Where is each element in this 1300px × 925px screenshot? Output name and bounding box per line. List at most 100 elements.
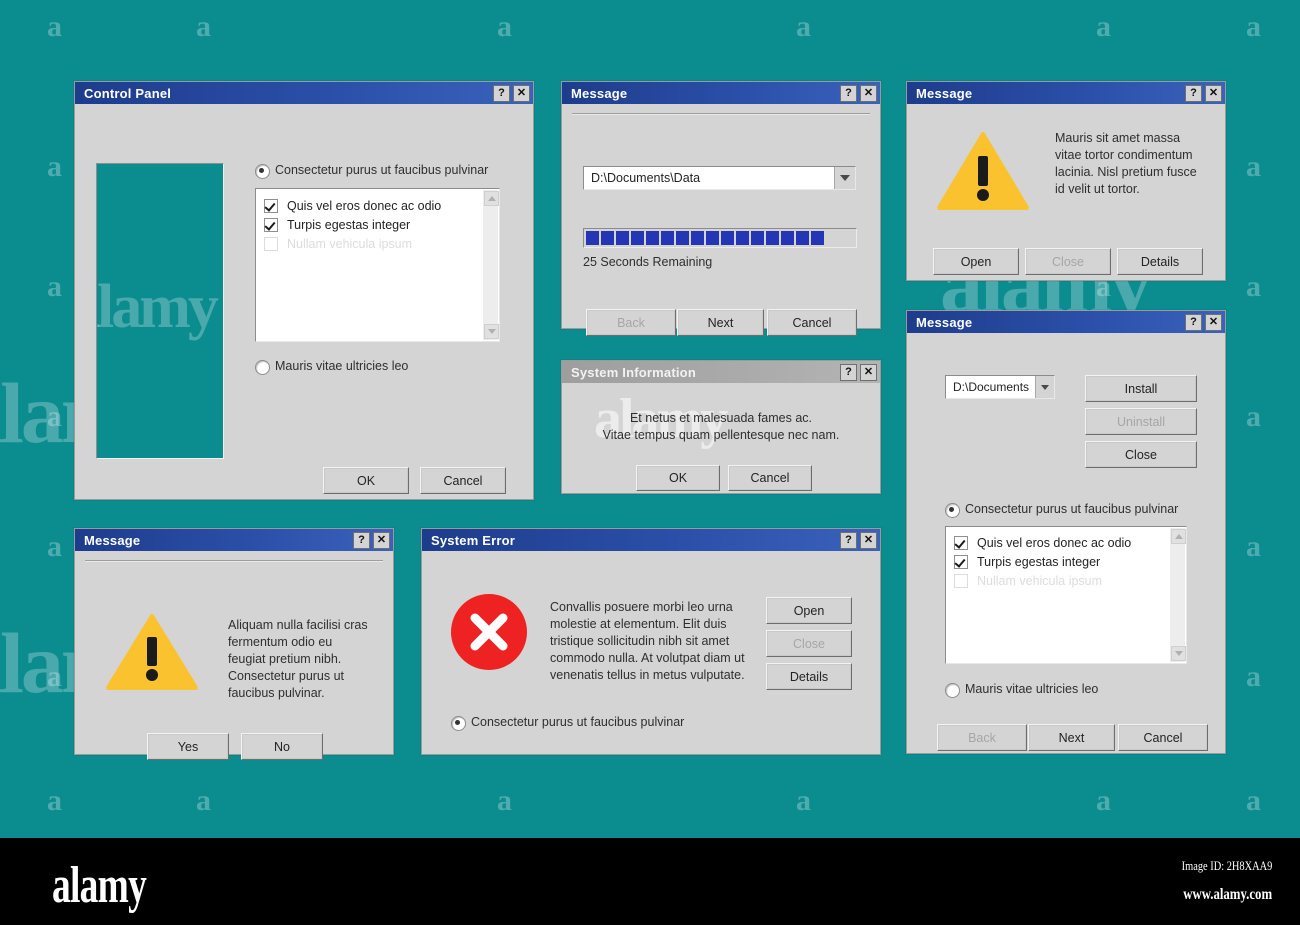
warning-body-text: Aliquam nulla facilisi cras fermentum od… <box>228 618 368 700</box>
scroll-down-icon[interactable] <box>484 324 499 339</box>
window-warning-message[interactable]: Message ? ✕ Mauris sit amet massa vitae … <box>906 81 1226 281</box>
close-icon[interactable]: ✕ <box>1205 313 1222 331</box>
close-button[interactable]: Close <box>1025 248 1111 275</box>
close-button[interactable]: Close <box>766 630 852 657</box>
window-body: D:\Documents Install Uninstall Close Con… <box>907 333 1225 751</box>
radio-mauris[interactable] <box>255 360 270 375</box>
chevron-down-icon[interactable] <box>1035 376 1054 398</box>
close-button[interactable]: Close <box>1085 441 1197 468</box>
scroll-down-icon[interactable] <box>1171 646 1186 661</box>
ok-button[interactable]: OK <box>636 465 720 491</box>
install-button[interactable]: Install <box>1085 375 1197 402</box>
alamy-logo: alamy <box>52 857 147 914</box>
open-button[interactable]: Open <box>766 597 852 624</box>
titlebar[interactable]: Message ? ✕ <box>562 82 880 104</box>
close-icon[interactable]: ✕ <box>860 84 877 102</box>
window-yes-no-message[interactable]: Message ? ✕ Aliquam nulla facilisi cras … <box>74 528 394 760</box>
close-icon[interactable]: ✕ <box>860 363 877 381</box>
checkbox-icon[interactable] <box>264 236 278 251</box>
path-dropdown-value: D:\Documents <box>953 380 1030 394</box>
watermark-letter: a <box>497 10 512 43</box>
list-item[interactable]: Nullam vehicula ipsum <box>256 234 499 253</box>
radio-mauris[interactable] <box>945 683 960 698</box>
back-button[interactable]: Back <box>937 724 1027 751</box>
path-dropdown[interactable]: D:\Documents <box>945 375 1055 399</box>
path-dropdown[interactable]: D:\Documents\Data <box>583 166 856 190</box>
window-installer-message[interactable]: Message ? ✕ D:\Documents Install Uninsta… <box>906 310 1226 754</box>
watermark-letter: a <box>1246 784 1261 817</box>
titlebar[interactable]: System Error ? ✕ <box>422 529 880 551</box>
watermark-letter: a <box>796 10 811 43</box>
chevron-down-icon[interactable] <box>834 167 855 189</box>
cancel-button[interactable]: Cancel <box>728 465 812 491</box>
window-system-information[interactable]: System Information ? ✕ alamy Et netus et… <box>561 360 881 494</box>
preview-image: alamy <box>96 163 224 459</box>
help-icon[interactable]: ? <box>353 531 370 549</box>
window-title: Message <box>916 85 973 101</box>
help-icon[interactable]: ? <box>1185 313 1202 331</box>
uninstall-button[interactable]: Uninstall <box>1085 408 1197 435</box>
titlebar[interactable]: Message ? ✕ <box>907 311 1225 333</box>
watermark-letter: a <box>497 784 512 817</box>
no-button[interactable]: No <box>241 733 323 760</box>
window-system-error[interactable]: System Error ? ✕ Convallis posuere morbi… <box>421 528 881 755</box>
cancel-button[interactable]: Cancel <box>420 467 506 494</box>
image-id-label: Image ID: 2H8XAA9 <box>1181 858 1272 873</box>
progress-bar <box>583 228 857 248</box>
help-icon[interactable]: ? <box>493 84 510 102</box>
back-button[interactable]: Back <box>586 309 676 336</box>
close-icon[interactable]: ✕ <box>373 531 390 549</box>
watermark-letter: a <box>1246 10 1261 43</box>
options-listbox[interactable]: Quis vel eros donec ac odio Turpis egest… <box>255 188 500 342</box>
help-icon[interactable]: ? <box>840 531 857 549</box>
help-icon[interactable]: ? <box>1185 84 1202 102</box>
scrollbar-vertical[interactable] <box>1170 528 1186 662</box>
options-listbox[interactable]: Quis vel eros donec ac odio Turpis egest… <box>945 526 1187 664</box>
checkbox-icon[interactable] <box>954 535 968 550</box>
list-item[interactable]: Quis vel eros donec ac odio <box>946 533 1186 552</box>
window-control-panel[interactable]: Control Panel ? ✕ alamy Consectetur puru… <box>74 81 534 500</box>
watermark-text: alamy <box>97 273 219 341</box>
checkbox-icon[interactable] <box>264 217 278 232</box>
radio-mauris-label: Mauris vitae ultricies leo <box>965 682 1099 696</box>
radio-consectetur[interactable] <box>451 716 466 731</box>
radio-consectetur[interactable] <box>255 164 270 179</box>
list-item[interactable]: Turpis egestas integer <box>256 215 499 234</box>
list-item[interactable]: Turpis egestas integer <box>946 552 1186 571</box>
details-button[interactable]: Details <box>1117 248 1203 275</box>
error-circle-icon <box>451 594 527 670</box>
help-icon[interactable]: ? <box>840 84 857 102</box>
radio-mauris-label: Mauris vitae ultricies leo <box>275 359 409 373</box>
details-button[interactable]: Details <box>766 663 852 690</box>
cancel-button[interactable]: Cancel <box>1118 724 1208 751</box>
ok-button[interactable]: OK <box>323 467 409 494</box>
next-button[interactable]: Next <box>1028 724 1115 751</box>
close-icon[interactable]: ✕ <box>1205 84 1222 102</box>
watermark-letter: a <box>1246 530 1261 563</box>
radio-consectetur[interactable] <box>945 503 960 518</box>
window-progress-message[interactable]: Message ? ✕ D:\Documents\Data 25 Seconds… <box>561 81 881 336</box>
help-icon[interactable]: ? <box>840 363 857 381</box>
cancel-button[interactable]: Cancel <box>767 309 857 336</box>
titlebar[interactable]: Control Panel ? ✕ <box>75 82 533 104</box>
path-dropdown-value: D:\Documents\Data <box>591 171 701 185</box>
titlebar[interactable]: Message ? ✕ <box>907 82 1225 104</box>
progress-block <box>676 231 689 245</box>
scrollbar-vertical[interactable] <box>483 190 499 340</box>
scroll-up-icon[interactable] <box>484 191 499 206</box>
titlebar[interactable]: System Information ? ✕ <box>562 361 880 383</box>
next-button[interactable]: Next <box>677 309 764 336</box>
close-icon[interactable]: ✕ <box>513 84 530 102</box>
list-item[interactable]: Nullam vehicula ipsum <box>946 571 1186 590</box>
scroll-up-icon[interactable] <box>1171 529 1186 544</box>
progress-block <box>616 231 629 245</box>
yes-button[interactable]: Yes <box>147 733 229 760</box>
checkbox-icon[interactable] <box>264 198 278 213</box>
checkbox-icon[interactable] <box>954 554 968 569</box>
close-icon[interactable]: ✕ <box>860 531 877 549</box>
open-button[interactable]: Open <box>933 248 1019 275</box>
checkbox-icon[interactable] <box>954 573 968 588</box>
list-item[interactable]: Quis vel eros donec ac odio <box>256 196 499 215</box>
titlebar[interactable]: Message ? ✕ <box>75 529 393 551</box>
window-body: Mauris sit amet massa vitae tortor condi… <box>907 104 1225 278</box>
